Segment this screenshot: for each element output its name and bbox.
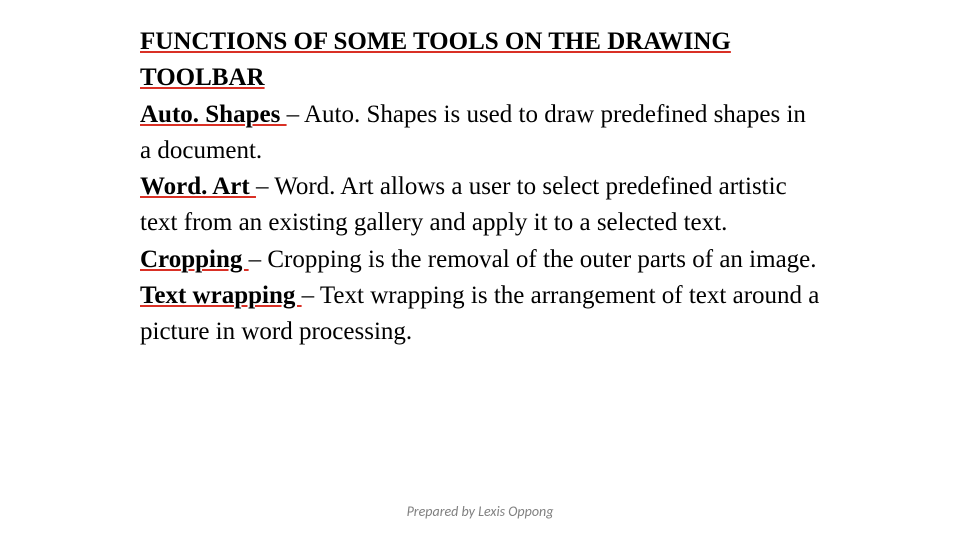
term-textwrapping: Text wrapping <box>140 282 302 309</box>
slide-content: FUNCTIONS OF SOME TOOLS ON THE DRAWING T… <box>0 0 960 350</box>
footer-credit: Prepared by Lexis Oppong <box>0 503 960 520</box>
term-autoshapes: Auto. Shapes <box>140 101 287 128</box>
term-cropping: Cropping <box>140 246 249 273</box>
term-wordart: Word. Art <box>140 173 256 200</box>
desc-cropping: – Cropping is the removal of the outer p… <box>249 246 817 273</box>
slide-title: FUNCTIONS OF SOME TOOLS ON THE DRAWING T… <box>140 28 731 91</box>
